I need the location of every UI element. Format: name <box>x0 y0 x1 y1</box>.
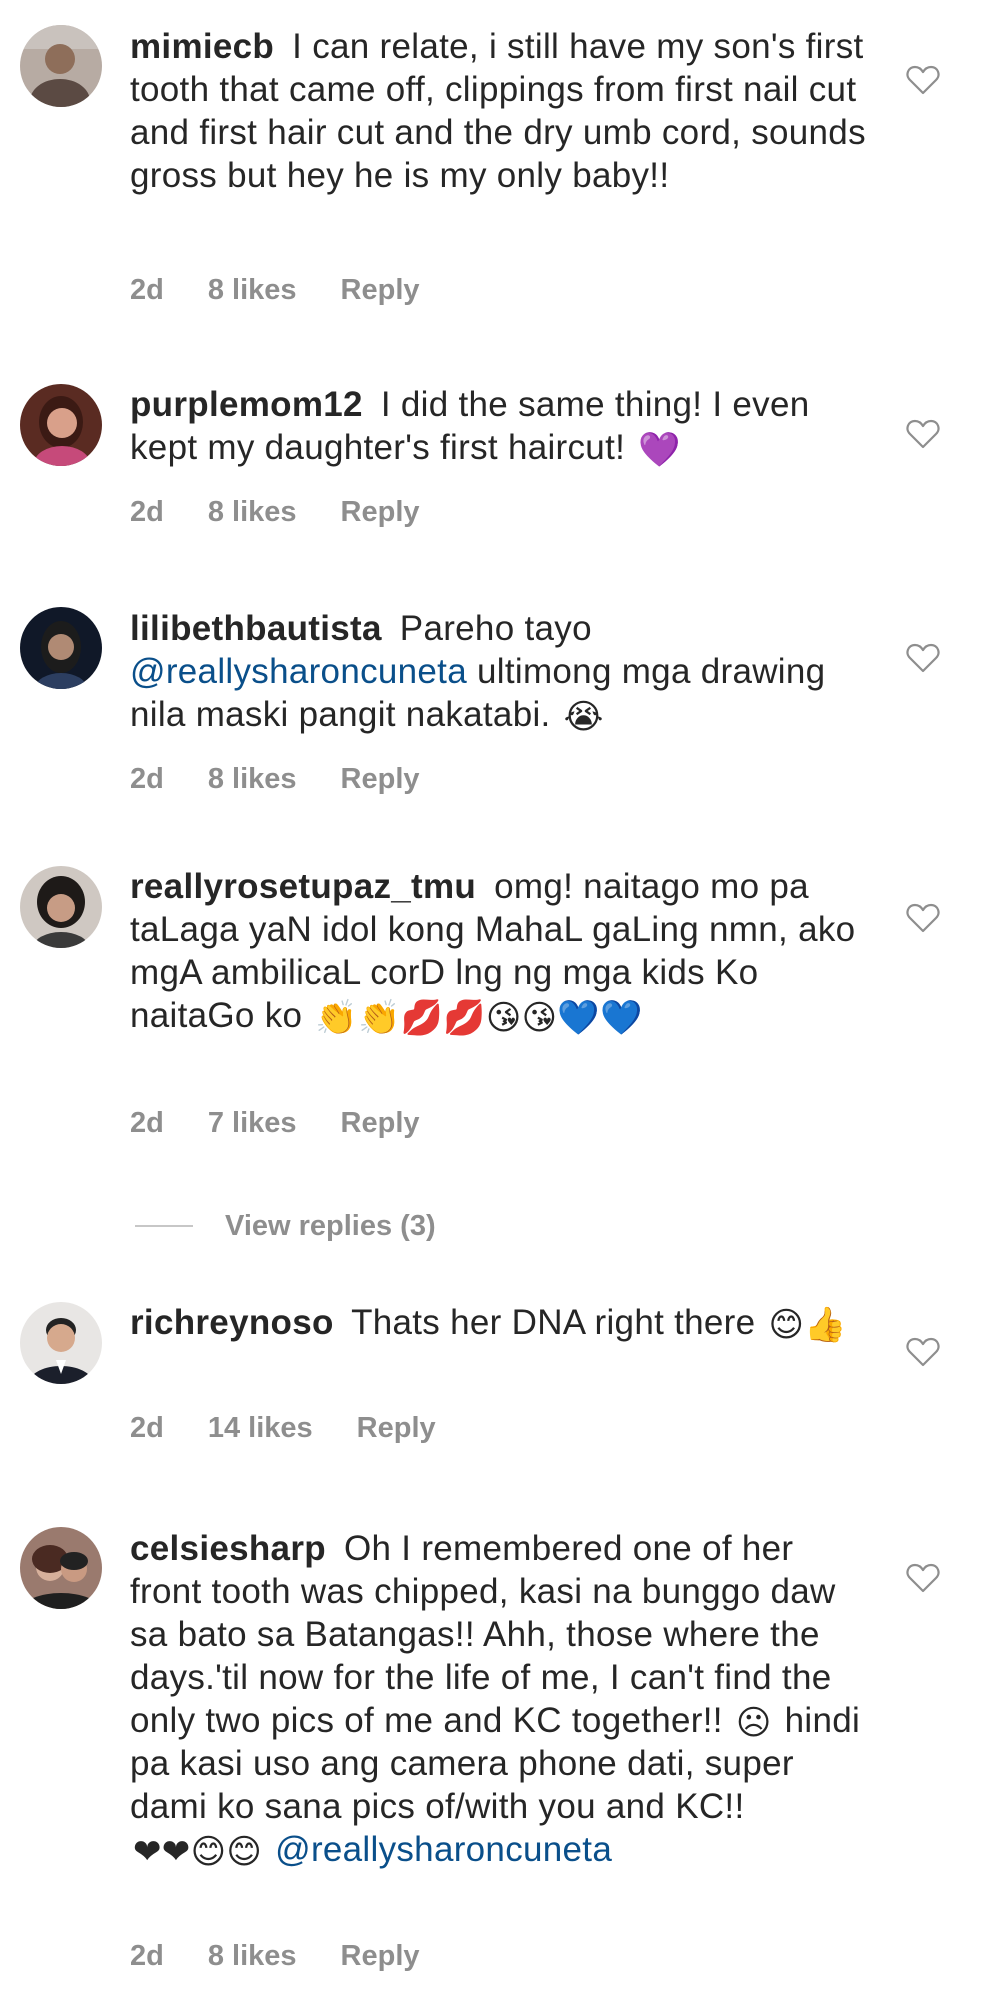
reply-button[interactable]: Reply <box>341 496 420 529</box>
avatar[interactable] <box>20 607 102 689</box>
heart-outline-icon <box>906 903 940 933</box>
like-button[interactable] <box>906 1563 940 1593</box>
comment-meta: 2d 8 likes Reply <box>130 1938 420 1974</box>
comment-likes[interactable]: 8 likes <box>208 496 297 529</box>
like-button[interactable] <box>906 1337 940 1367</box>
comment-meta: 2d 8 likes Reply <box>130 272 420 308</box>
avatar[interactable] <box>20 384 102 466</box>
view-replies-button[interactable]: View replies (3) <box>135 1206 436 1246</box>
comment-username[interactable]: mimiecb <box>130 27 274 66</box>
comment-text: lilibethbautista Pareho tayo @reallyshar… <box>130 607 870 736</box>
like-button[interactable] <box>906 65 940 95</box>
hearts-smiles-emoji-icon: ❤❤😊😊 <box>133 1832 263 1872</box>
heart-outline-icon <box>906 1563 940 1593</box>
crying-face-emoji-icon: 😭 <box>563 697 604 737</box>
avatar-image <box>20 384 102 466</box>
comment-username[interactable]: lilibethbautista <box>130 609 382 648</box>
like-button[interactable] <box>906 419 940 449</box>
like-button[interactable] <box>906 903 940 933</box>
reply-button[interactable]: Reply <box>341 1940 420 1973</box>
avatar-image <box>20 866 102 948</box>
avatar-image <box>20 25 102 107</box>
comment-meta: 2d 8 likes Reply <box>130 761 420 797</box>
like-button[interactable] <box>906 643 940 673</box>
comment-time: 2d <box>130 762 164 795</box>
comment-time: 2d <box>130 1939 164 1972</box>
heart-outline-icon <box>906 1337 940 1367</box>
comment-likes[interactable]: 8 likes <box>208 1940 297 1973</box>
comment-username[interactable]: celsiesharp <box>130 1529 326 1568</box>
reply-button[interactable]: Reply <box>341 274 420 307</box>
comment-username[interactable]: purplemom12 <box>130 385 363 424</box>
comment-meta: 2d 7 likes Reply <box>130 1105 420 1141</box>
reply-button[interactable]: Reply <box>341 763 420 796</box>
comment-text: richreynoso Thats her DNA right there 😊👍 <box>130 1301 870 1344</box>
comment-time: 2d <box>130 495 164 528</box>
frown-emoji-icon: ☹ <box>735 1703 772 1743</box>
comment-likes[interactable]: 8 likes <box>208 763 297 796</box>
purple-heart-emoji-icon: 💜 <box>638 430 681 470</box>
avatar[interactable] <box>20 25 102 107</box>
heart-outline-icon <box>906 419 940 449</box>
comment-likes[interactable]: 7 likes <box>208 1107 297 1140</box>
comment-meta: 2d 8 likes Reply <box>130 494 420 530</box>
mention-link[interactable]: @reallysharoncuneta <box>130 652 467 691</box>
reply-button[interactable]: Reply <box>341 1107 420 1140</box>
reply-button[interactable]: Reply <box>357 1412 436 1445</box>
comment-username[interactable]: richreynoso <box>130 1303 334 1342</box>
comment-message: Pareho tayo <box>399 609 592 648</box>
avatar[interactable] <box>20 866 102 948</box>
smile-thumbs-up-emoji-icon: 😊👍 <box>768 1305 847 1345</box>
view-replies-label: View replies (3) <box>225 1209 436 1242</box>
avatar[interactable] <box>20 1527 102 1609</box>
comment-message: Thats her DNA right there <box>351 1303 756 1342</box>
comment-time: 2d <box>130 273 164 306</box>
avatar-image <box>20 1527 102 1609</box>
reaction-emojis-icon: 👏👏💋💋😘😘💙💙 <box>315 998 643 1038</box>
heart-outline-icon <box>906 65 940 95</box>
view-replies-line <box>135 1225 193 1227</box>
comment-time: 2d <box>130 1106 164 1139</box>
comment-username[interactable]: reallyrosetupaz_tmu <box>130 867 476 906</box>
comment-meta: 2d 14 likes Reply <box>130 1410 436 1446</box>
comment-text: mimiecb I can relate, i still have my so… <box>130 25 870 197</box>
comments-feed: mimiecb I can relate, i still have my so… <box>0 0 1000 2000</box>
comment-time: 2d <box>130 1411 164 1444</box>
heart-outline-icon <box>906 643 940 673</box>
comment-text: purplemom12 I did the same thing! I even… <box>130 383 870 469</box>
comment-likes[interactable]: 14 likes <box>208 1412 313 1445</box>
avatar-image <box>20 607 102 689</box>
mention-link[interactable]: @reallysharoncuneta <box>275 1830 612 1869</box>
avatar[interactable] <box>20 1302 102 1384</box>
comment-text: celsiesharp Oh I remembered one of her f… <box>130 1527 870 1871</box>
comment-likes[interactable]: 8 likes <box>208 274 297 307</box>
comment-text: reallyrosetupaz_tmu omg! naitago mo pa t… <box>130 865 870 1037</box>
avatar-image <box>20 1302 102 1384</box>
